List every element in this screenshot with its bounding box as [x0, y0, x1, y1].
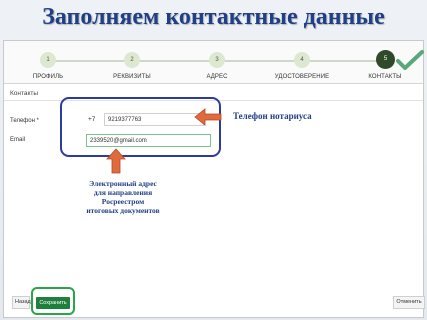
- email-note-line: итоговых документов: [86, 206, 160, 215]
- cancel-button[interactable]: Отменить: [393, 296, 425, 309]
- step-number: 5: [376, 50, 395, 69]
- step-profile[interactable]: 1 ПРОФИЛЬ: [18, 49, 78, 83]
- arrow-up-icon: [106, 148, 126, 174]
- app-window: 1 ПРОФИЛЬ 2 РЕКВИЗИТЫ 3 АДРЕС 4 УДОСТОВЕ…: [3, 40, 425, 318]
- step-number: 3: [209, 52, 225, 68]
- step-label: УДОСТОВЕРЕНИЕ: [274, 74, 330, 80]
- email-annotation: Электронный адрес для направления Росрее…: [68, 179, 178, 215]
- slide-title: Заполняем контактные данные: [42, 4, 385, 30]
- contact-fields-highlight: [60, 97, 221, 157]
- step-label: КОНТАКТЫ: [368, 74, 402, 80]
- email-note-line: Электронный адрес: [89, 179, 157, 188]
- email-note-line: Росреестром: [101, 197, 145, 206]
- arrow-left-icon: [194, 108, 222, 126]
- phone-label: Телефон *: [10, 118, 39, 124]
- step-number: 4: [294, 52, 310, 68]
- email-label: Email: [10, 137, 26, 143]
- step-label: ПРОФИЛЬ: [32, 74, 64, 80]
- section-title: Контакты: [10, 90, 39, 97]
- save-button[interactable]: Сохранить: [36, 297, 70, 309]
- step-number: 1: [40, 52, 56, 68]
- step-label: АДРЕС: [206, 74, 228, 80]
- back-button[interactable]: Назад: [12, 296, 31, 309]
- step-certificate[interactable]: 4 УДОСТОВЕРЕНИЕ: [272, 49, 332, 83]
- phone-annotation: Телефон нотариуса: [233, 111, 312, 121]
- step-requisites[interactable]: 2 РЕКВИЗИТЫ: [102, 49, 162, 83]
- step-address[interactable]: 3 АДРЕС: [187, 49, 247, 83]
- step-label: РЕКВИЗИТЫ: [113, 74, 151, 80]
- checkmark-icon: [396, 50, 424, 70]
- progress-stepper: 1 ПРОФИЛЬ 2 РЕКВИЗИТЫ 3 АДРЕС 4 УДОСТОВЕ…: [4, 41, 424, 84]
- step-number: 2: [124, 52, 140, 68]
- email-note-line: для направления: [93, 188, 153, 197]
